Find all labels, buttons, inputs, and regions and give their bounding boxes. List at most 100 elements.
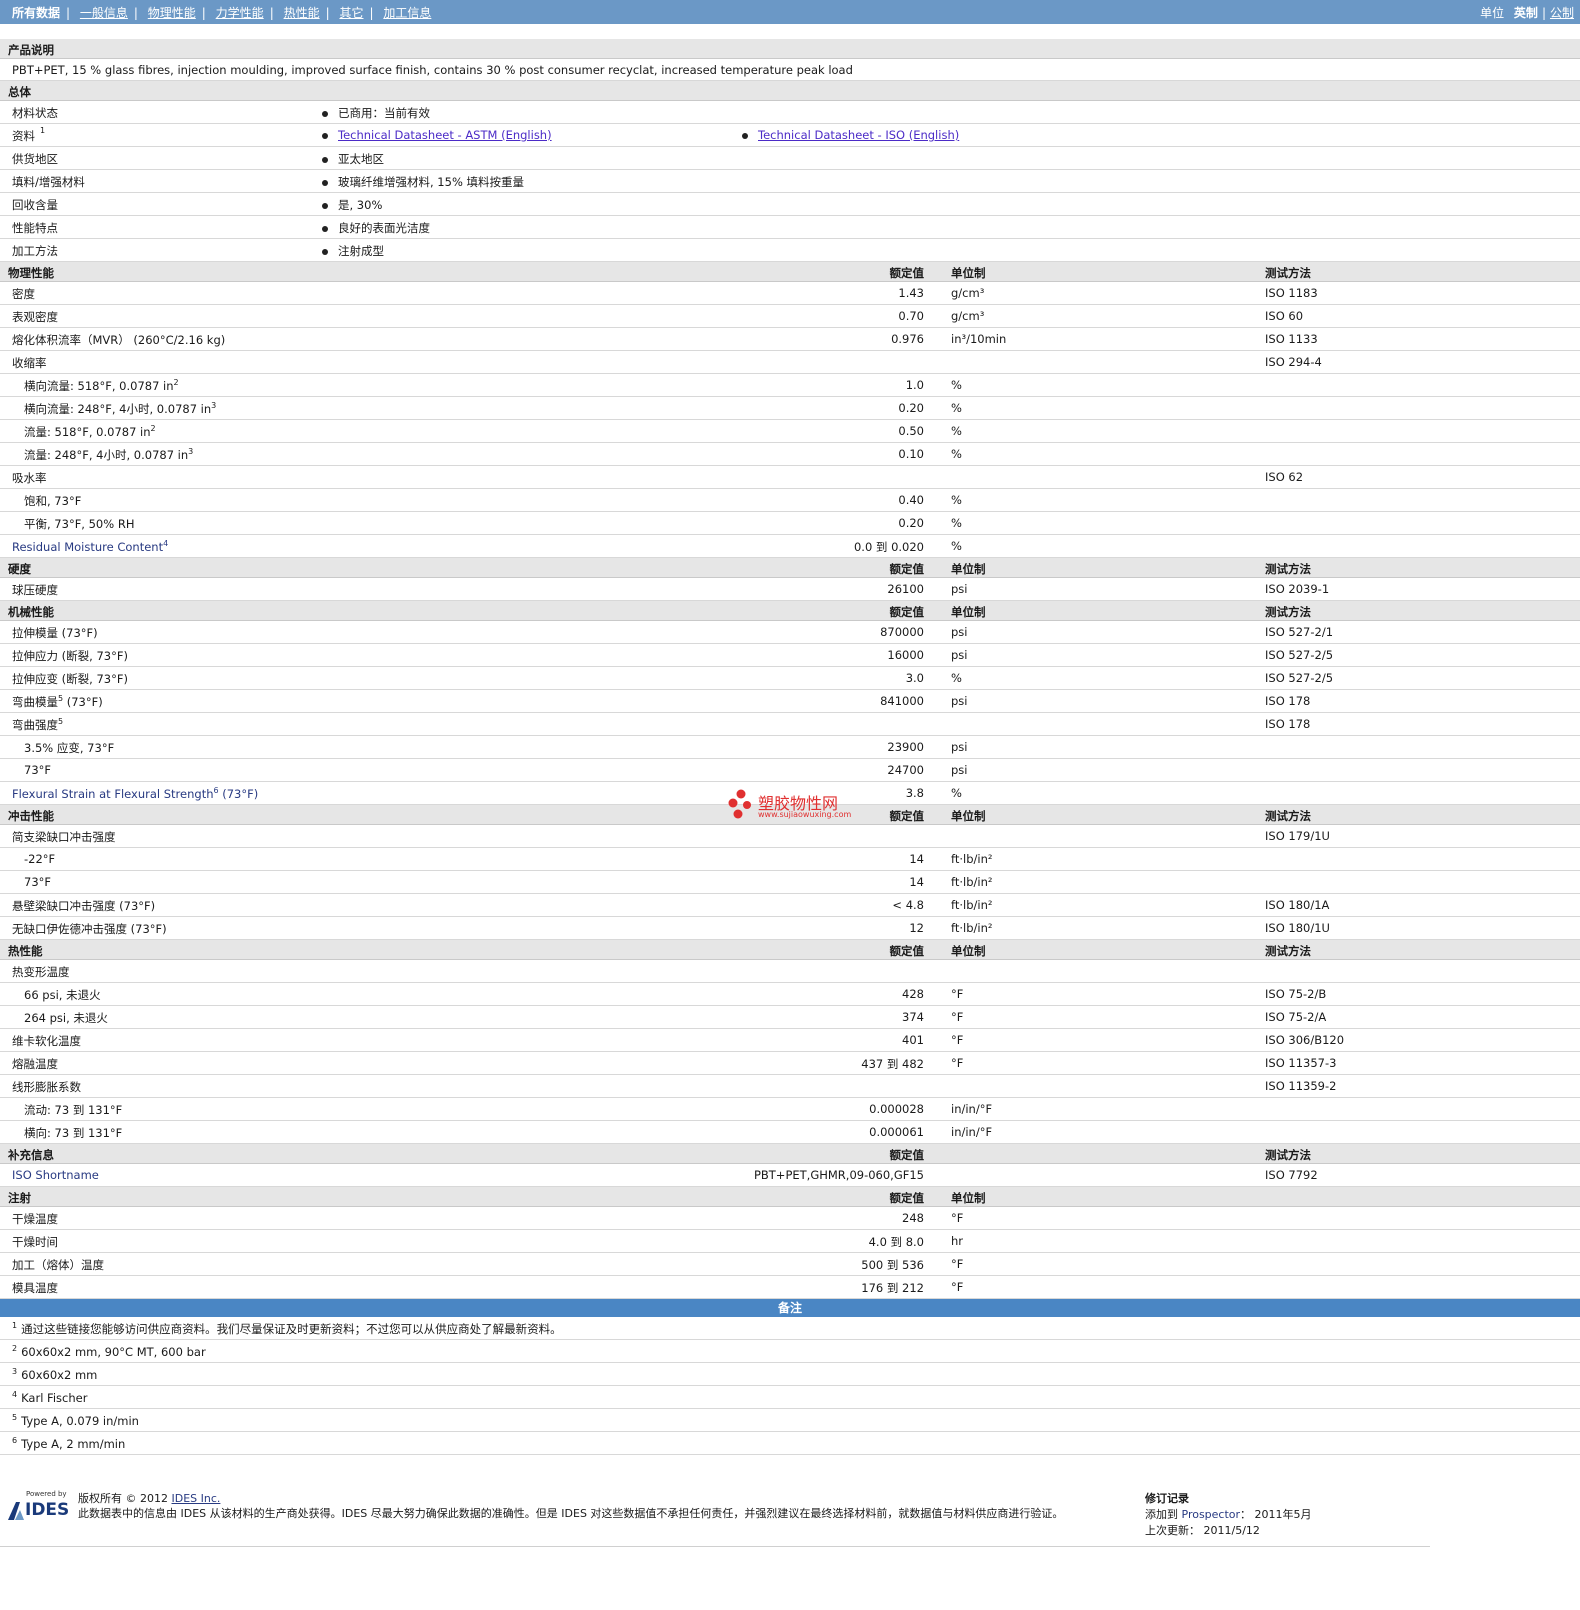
nav-physical[interactable]: 物理性能 [148, 6, 196, 20]
astm-datasheet-link[interactable]: Technical Datasheet - ASTM (English) [338, 128, 552, 142]
general-row: 性能特点 良好的表面光洁度 [0, 216, 1580, 239]
section-title: 产品说明 [8, 43, 54, 57]
property-value: 3.8 [905, 786, 924, 800]
bullet-icon [322, 179, 328, 186]
property-unit: psi [951, 694, 968, 708]
property-label: 干燥时间 [12, 1234, 58, 1250]
note-number: 2 [12, 1344, 18, 1353]
property-label: 密度 [12, 286, 35, 302]
property-row: 吸水率 ISO 62 [0, 466, 1580, 489]
property-row: 弯曲模量5 (73°F) 841000 psi ISO 178 [0, 690, 1580, 713]
col-header-unit: 单位制 [951, 944, 986, 958]
section-header-product: 产品说明 [0, 39, 1580, 59]
property-unit: °F [951, 1056, 964, 1070]
section-title: 注射 [8, 1191, 31, 1205]
test-method: ISO 179/1U [1265, 829, 1330, 843]
note-content: 5 Type A, 0.079 in/min [12, 1413, 139, 1428]
property-row: 横向流量: 248°F, 4小时, 0.0787 in3 0.20% [0, 397, 1580, 420]
disclaimer-text: 此数据表中的信息由 IDES 从该材料的生产商处获得。IDES 尽最大努力确保此… [78, 1507, 1064, 1520]
property-name: 维卡软化温度 [12, 1034, 81, 1048]
col-header-value: 额定值 [889, 605, 925, 619]
property-name: 熔融温度 [12, 1057, 58, 1071]
property-row: 73°F 14 ft·lb/in² [0, 871, 1580, 894]
iso-datasheet-link[interactable]: Technical Datasheet - ISO (English) [758, 128, 959, 142]
nav-processing[interactable]: 加工信息 [383, 6, 431, 20]
col-header-value: 额定值 [889, 809, 925, 823]
property-label: 无缺口伊佐德冲击强度 (73°F) [12, 921, 167, 937]
property-name: 熔化体积流率（MVR） (260°C/2.16 kg) [12, 333, 226, 347]
test-method: ISO 7792 [1265, 1168, 1318, 1182]
property-value: 是, 30% [338, 198, 383, 212]
property-row: 流量: 518°F, 0.0787 in2 0.50% [0, 420, 1580, 443]
col-header-unit: 单位制 [951, 266, 986, 280]
property-label: 悬壁梁缺口冲击强度 (73°F) [12, 898, 155, 914]
section-header-supplement: 补充信息 额定值 测试方法 [0, 1144, 1580, 1164]
general-row: 填料/增强材料 玻璃纤维增强材料, 15% 填料按重量 [0, 170, 1580, 193]
test-method: ISO 75-2/A [1265, 1010, 1327, 1024]
property-value: 14 [909, 875, 924, 889]
nav-thermal[interactable]: 热性能 [284, 6, 320, 20]
note-number: 1 [12, 1321, 18, 1331]
note-number: 6 [12, 1436, 18, 1445]
property-name: 横向流量: 518°F, 0.0787 in [24, 379, 174, 393]
property-value: 26100 [887, 582, 924, 596]
bullet-icon [322, 110, 328, 117]
property-name: 饱和, 73°F [24, 494, 82, 508]
unit-metric[interactable]: 公制 [1550, 6, 1574, 20]
property-unit: psi [951, 625, 968, 639]
section-header-hardness: 硬度 额定值 单位制 测试方法 [0, 558, 1580, 578]
property-unit: % [951, 539, 962, 553]
property-unit: °F [951, 1033, 964, 1047]
company-link[interactable]: IDES Inc. [172, 1492, 221, 1505]
property-value: 24700 [887, 763, 924, 777]
section-title: 物理性能 [8, 266, 54, 280]
revision-history: 修订记录 添加到 Prospector： 2011年5月 上次更新： 2011/… [1145, 1492, 1312, 1537]
property-name: 悬壁梁缺口冲击强度 (73°F) [12, 899, 156, 913]
nav-other[interactable]: 其它 [339, 6, 363, 20]
bullet-icon [742, 132, 748, 139]
watermark: 塑胶物性网 www.sujiaowuxing.com [728, 788, 868, 824]
property-label: 表观密度 [12, 309, 58, 325]
unit-imperial[interactable]: 英制 [1514, 6, 1538, 20]
property-label: 横向: 73 到 131°F [24, 1125, 122, 1141]
property-label: 弯曲强度5 [12, 717, 63, 733]
property-label: 填料/增强材料 [12, 175, 85, 189]
property-name: -22°F [24, 852, 56, 866]
ides-logo: Powered by IDES [6, 1490, 70, 1524]
property-unit: °F [951, 1211, 964, 1225]
property-label: 简支梁缺口冲击强度 [12, 829, 116, 845]
property-label: 流动: 73 到 131°F [24, 1102, 122, 1118]
property-name: 表观密度 [12, 310, 58, 324]
property-label: 拉伸应变 (断裂, 73°F) [12, 671, 128, 687]
property-name: 简支梁缺口冲击强度 [12, 830, 116, 844]
property-label: 拉伸模量 (73°F) [12, 625, 98, 641]
property-label: 模具温度 [12, 1280, 58, 1296]
property-unit: psi [951, 763, 968, 777]
bullet-icon [322, 202, 328, 209]
note-item: 2 60x60x2 mm, 90°C MT, 600 bar [0, 1340, 1580, 1363]
general-row: 供货地区 亚太地区 [0, 147, 1580, 170]
property-unit: in³/10min [951, 332, 1007, 346]
nav-all-data[interactable]: 所有数据 [12, 6, 60, 20]
property-value: 0.976 [891, 332, 924, 346]
property-name: Residual Moisture Content [12, 539, 164, 554]
bullet-item: Technical Datasheet - ASTM (English) [322, 128, 552, 142]
property-value: 1.43 [898, 286, 924, 300]
property-name: 平衡, 73°F, 50% RH [24, 517, 135, 531]
nav-general-info[interactable]: 一般信息 [80, 6, 128, 20]
property-value: 16000 [887, 648, 924, 662]
property-value: 176 到 212 [861, 1281, 924, 1295]
property-value: 14 [909, 852, 924, 866]
section-header-general: 总体 [0, 81, 1580, 101]
property-unit: °F [951, 1257, 964, 1271]
property-label: 热变形温度 [12, 964, 70, 980]
property-row: 弯曲强度5 ISO 178 [0, 713, 1580, 736]
note-item: 1 通过这些链接您能够访问供应商资料。我们尽量保证及时更新资料；不过您可以从供应商… [0, 1317, 1580, 1340]
property-label: 264 psi, 未退火 [24, 1010, 108, 1026]
footnote-ref: 2 [173, 378, 179, 388]
test-method: ISO 178 [1265, 694, 1311, 708]
copyright-text: 版权所有 © 2012 [78, 1492, 168, 1505]
property-label: ISO Shortname [12, 1168, 99, 1182]
nav-mechanical[interactable]: 力学性能 [216, 6, 264, 20]
bullet-item: 已商用：当前有效 [322, 105, 430, 121]
